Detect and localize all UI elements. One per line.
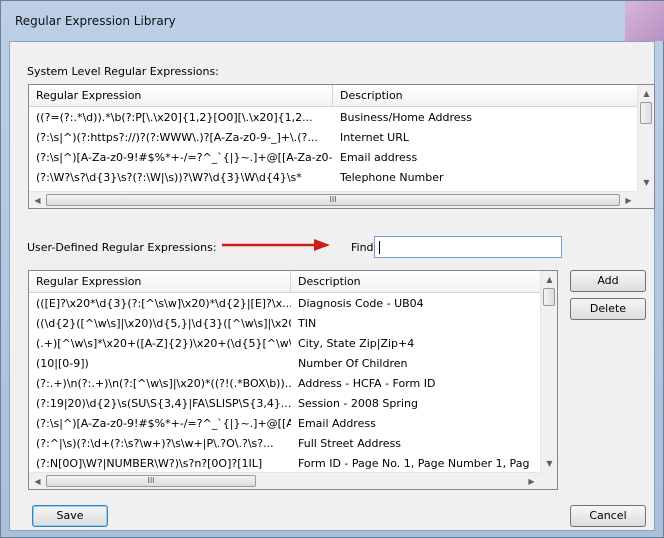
scroll-right-icon[interactable]: ▶ bbox=[523, 473, 540, 489]
regex-cell: (10|[0-9]) bbox=[36, 357, 89, 370]
description-cell: Form ID - Page No. 1, Page Number 1, Pag bbox=[298, 457, 530, 470]
regex-library-window: Regular Expression Library System Level … bbox=[0, 0, 664, 538]
cancel-button[interactable]: Cancel bbox=[570, 505, 646, 527]
description-cell: Business/Home Address bbox=[340, 111, 472, 124]
table-row[interactable]: (?:.+)\n(?:.+)\n(?:[^\w\s]|\x20)*((?!(.*… bbox=[29, 374, 542, 394]
regex-cell: (?:^|\s)(?:\d+(?:\s?\w+)?\s\w+|P\.?O\.?\… bbox=[36, 437, 274, 450]
table-row[interactable]: (?:^|\s)(?:\d+(?:\s?\w+)?\s\w+|P\.?O\.?\… bbox=[29, 434, 542, 454]
scroll-left-icon[interactable]: ◀ bbox=[29, 192, 46, 208]
system-vertical-scrollbar[interactable]: ▲ ▼ bbox=[637, 85, 654, 191]
description-cell: Email address bbox=[340, 151, 418, 164]
table-row[interactable]: (?:N[0O]\W?|NUMBER\W?)\s?n?[0O]?[1IL] Fo… bbox=[29, 454, 542, 474]
description-cell: Full Street Address bbox=[298, 437, 402, 450]
regex-cell: ((\d{2}([^\w\s]|\x20)\d{5,}|\d{3}([^\w\s… bbox=[36, 317, 291, 330]
red-arrow-icon bbox=[222, 239, 330, 251]
regex-cell: (?:\W?\s?\d{3}\s?(?:\W|\s))?\W?\d{3}\W\d… bbox=[36, 171, 302, 184]
user-regex-table[interactable]: Regular Expression Description (([E]?\x2… bbox=[28, 270, 558, 490]
scroll-left-icon[interactable]: ◀ bbox=[29, 473, 46, 489]
table-row[interactable]: (?:\s|^)(?:https?://)?(?:WWW\.)?[A-Za-z0… bbox=[29, 128, 639, 148]
scroll-down-icon[interactable]: ▼ bbox=[541, 455, 557, 472]
scroll-down-icon[interactable]: ▼ bbox=[638, 174, 654, 191]
scroll-thumb[interactable] bbox=[543, 288, 555, 306]
table-row[interactable]: (?:19|20)\d{2}\s(SU\S{3,4}|FA\SLISP\S{3,… bbox=[29, 394, 542, 414]
description-cell: Session - 2008 Spring bbox=[298, 397, 418, 410]
table-row[interactable]: (10|[0-9]) Number Of Children bbox=[29, 354, 542, 374]
table-row[interactable]: (?:\s|^)[A-Za-z0-9!#$%*+-/=?^_`{|}~.]+@[… bbox=[29, 148, 639, 168]
user-group-label: User-Defined Regular Expressions: bbox=[27, 241, 217, 254]
window-title: Regular Expression Library bbox=[15, 14, 176, 28]
find-input[interactable] bbox=[374, 236, 562, 258]
scroll-thumb[interactable]: III bbox=[46, 194, 620, 206]
scroll-up-icon[interactable]: ▲ bbox=[638, 85, 654, 102]
scroll-up-icon[interactable]: ▲ bbox=[541, 271, 557, 288]
regex-cell: (?:\s|^)[A-Za-z0-9!#$%*+-/=?^_`{|}~.]+@[… bbox=[36, 151, 333, 164]
system-col-header-regex[interactable]: Regular Expression bbox=[29, 85, 333, 107]
regex-cell: (.+)[^\w\s]*\x20+([A-Z]{2})\x20+(\d{5}[^… bbox=[36, 337, 291, 350]
delete-button[interactable]: Delete bbox=[570, 298, 646, 320]
scroll-right-icon[interactable]: ▶ bbox=[620, 192, 637, 208]
description-cell: Email Address bbox=[298, 417, 376, 430]
table-row[interactable]: (([E]?\x20*\d{3}(?:[^\s\w]\x20)*\d{2}|[E… bbox=[29, 294, 542, 314]
table-row[interactable]: (.+)[^\w\s]*\x20+([A-Z]{2})\x20+(\d{5}[^… bbox=[29, 334, 542, 354]
description-cell: Number Of Children bbox=[298, 357, 408, 370]
description-cell: City, State Zip|Zip+4 bbox=[298, 337, 415, 350]
description-cell: Diagnosis Code - UB04 bbox=[298, 297, 424, 310]
dialog-body: System Level Regular Expressions: Regula… bbox=[9, 41, 655, 531]
scroll-thumb[interactable] bbox=[640, 102, 652, 124]
text-caret bbox=[379, 241, 380, 254]
regex-cell: (([E]?\x20*\d{3}(?:[^\s\w]\x20)*\d{2}|[E… bbox=[36, 297, 291, 310]
title-bar[interactable]: Regular Expression Library bbox=[1, 1, 664, 41]
user-col-header-description[interactable]: Description bbox=[291, 271, 542, 293]
table-row[interactable]: (?:\s|^)[A-Za-z0-9!#$%*+-/=?^_`{|}~.]+@[… bbox=[29, 414, 542, 434]
save-button[interactable]: Save bbox=[32, 505, 108, 527]
regex-cell: (?:\s|^)(?:https?://)?(?:WWW\.)?[A-Za-z0… bbox=[36, 131, 318, 144]
description-cell: Address - HCFA - Form ID bbox=[298, 377, 436, 390]
regex-cell: (?:19|20)\d{2}\s(SU\S{3,4}|FA\SLISP\S{3,… bbox=[36, 397, 291, 410]
table-row[interactable]: ((\d{2}([^\w\s]|\x20)\d{5,}|\d{3}([^\w\s… bbox=[29, 314, 542, 334]
scrollbar-corner bbox=[637, 191, 654, 208]
description-cell: TIN bbox=[298, 317, 317, 330]
table-row[interactable]: (?:\W?\s?\d{3}\s?(?:\W|\s))?\W?\d{3}\W\d… bbox=[29, 168, 639, 188]
user-vertical-scrollbar[interactable]: ▲ ▼ bbox=[540, 271, 557, 472]
user-col-header-regex[interactable]: Regular Expression bbox=[29, 271, 291, 293]
system-col-header-description[interactable]: Description bbox=[333, 85, 639, 107]
regex-cell: ((?=(?:.*\d)).*\b(?:P[\.\x20]{1,2}[O0][\… bbox=[36, 111, 313, 124]
system-group-label: System Level Regular Expressions: bbox=[27, 65, 219, 78]
regex-cell: (?:N[0O]\W?|NUMBER\W?)\s?n?[0O]?[1IL] bbox=[36, 457, 263, 470]
scroll-thumb[interactable]: III bbox=[46, 475, 256, 487]
add-button[interactable]: Add bbox=[570, 270, 646, 292]
system-horizontal-scrollbar[interactable]: ◀ III ▶ bbox=[29, 191, 637, 208]
title-bar-accent bbox=[625, 1, 664, 41]
user-horizontal-scrollbar[interactable]: ◀ III ▶ bbox=[29, 472, 540, 489]
description-cell: Telephone Number bbox=[340, 171, 444, 184]
regex-cell: (?:\s|^)[A-Za-z0-9!#$%*+-/=?^_`{|}~.]+@[… bbox=[36, 417, 291, 430]
table-row[interactable]: ((?=(?:.*\d)).*\b(?:P[\.\x20]{1,2}[O0][\… bbox=[29, 108, 639, 128]
description-cell: Internet URL bbox=[340, 131, 409, 144]
regex-cell: (?:.+)\n(?:.+)\n(?:[^\w\s]|\x20)*((?!(.*… bbox=[36, 377, 291, 390]
scrollbar-corner bbox=[540, 472, 557, 489]
system-regex-table[interactable]: Regular Expression Description ((?=(?:.*… bbox=[28, 84, 655, 209]
